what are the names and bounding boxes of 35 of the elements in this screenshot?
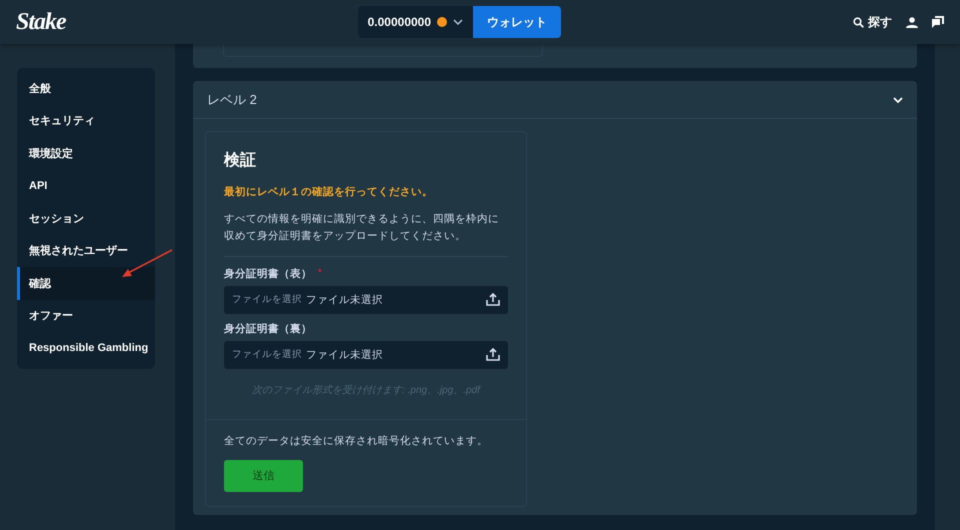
file-input[interactable]: ファイルを選択 ファイル未選択 — [224, 286, 508, 314]
wallet-button[interactable]: ウォレット — [473, 6, 562, 38]
search-icon — [853, 16, 864, 28]
menu-item[interactable]: オファー — [17, 300, 155, 332]
balance-selector[interactable]: 0.00000000 — [358, 6, 474, 38]
section-title: 検証 — [224, 150, 257, 171]
field-label: 身分証明書（裏） — [224, 322, 312, 336]
warning-text: 最初にレベル１の確認を行ってください。 — [224, 185, 434, 199]
menu-item[interactable]: セキュリティ — [17, 104, 155, 137]
logo[interactable]: Stake — [16, 8, 66, 36]
security-note: 全てのデータは安全に保存され暗号化されています。 — [224, 434, 489, 448]
description-text: すべての情報を明確に識別できるように、四隅を枠内に収めて身分証明書をアップロードしてください。 — [224, 211, 508, 257]
choose-file-button[interactable]: ファイルを選択 — [232, 293, 302, 306]
menu-item[interactable]: セッション — [17, 202, 155, 234]
upload-icon[interactable] — [486, 293, 500, 306]
menu-item[interactable]: 無視されたユーザー — [17, 234, 155, 267]
menu-item[interactable]: 確認 — [17, 267, 155, 300]
submit-button[interactable]: 送信 — [224, 460, 303, 492]
upload-icon[interactable] — [486, 348, 500, 362]
chat-icon[interactable] — [932, 16, 944, 28]
file-status: ファイル未選択 — [306, 292, 384, 307]
field-label: 身分証明書（表） — [224, 266, 312, 281]
file-status: ファイル未選択 — [306, 348, 384, 362]
menu-item[interactable]: Responsible Gambling — [17, 332, 155, 364]
menu-item[interactable]: API — [17, 170, 155, 202]
level-header[interactable]: レベル 2 — [193, 81, 917, 119]
choose-file-button[interactable]: ファイルを選択 — [232, 348, 302, 362]
menu-item[interactable]: 全般 — [17, 72, 155, 104]
menu-item[interactable]: 環境設定 — [17, 137, 155, 170]
file-input[interactable]: ファイルを選択 ファイル未選択 — [224, 340, 508, 369]
search-button[interactable]: 探す — [853, 14, 892, 30]
coin-icon — [437, 17, 448, 27]
chevron-down-icon — [453, 19, 464, 25]
required-mark: * — [318, 266, 322, 279]
user-icon[interactable] — [906, 16, 918, 28]
